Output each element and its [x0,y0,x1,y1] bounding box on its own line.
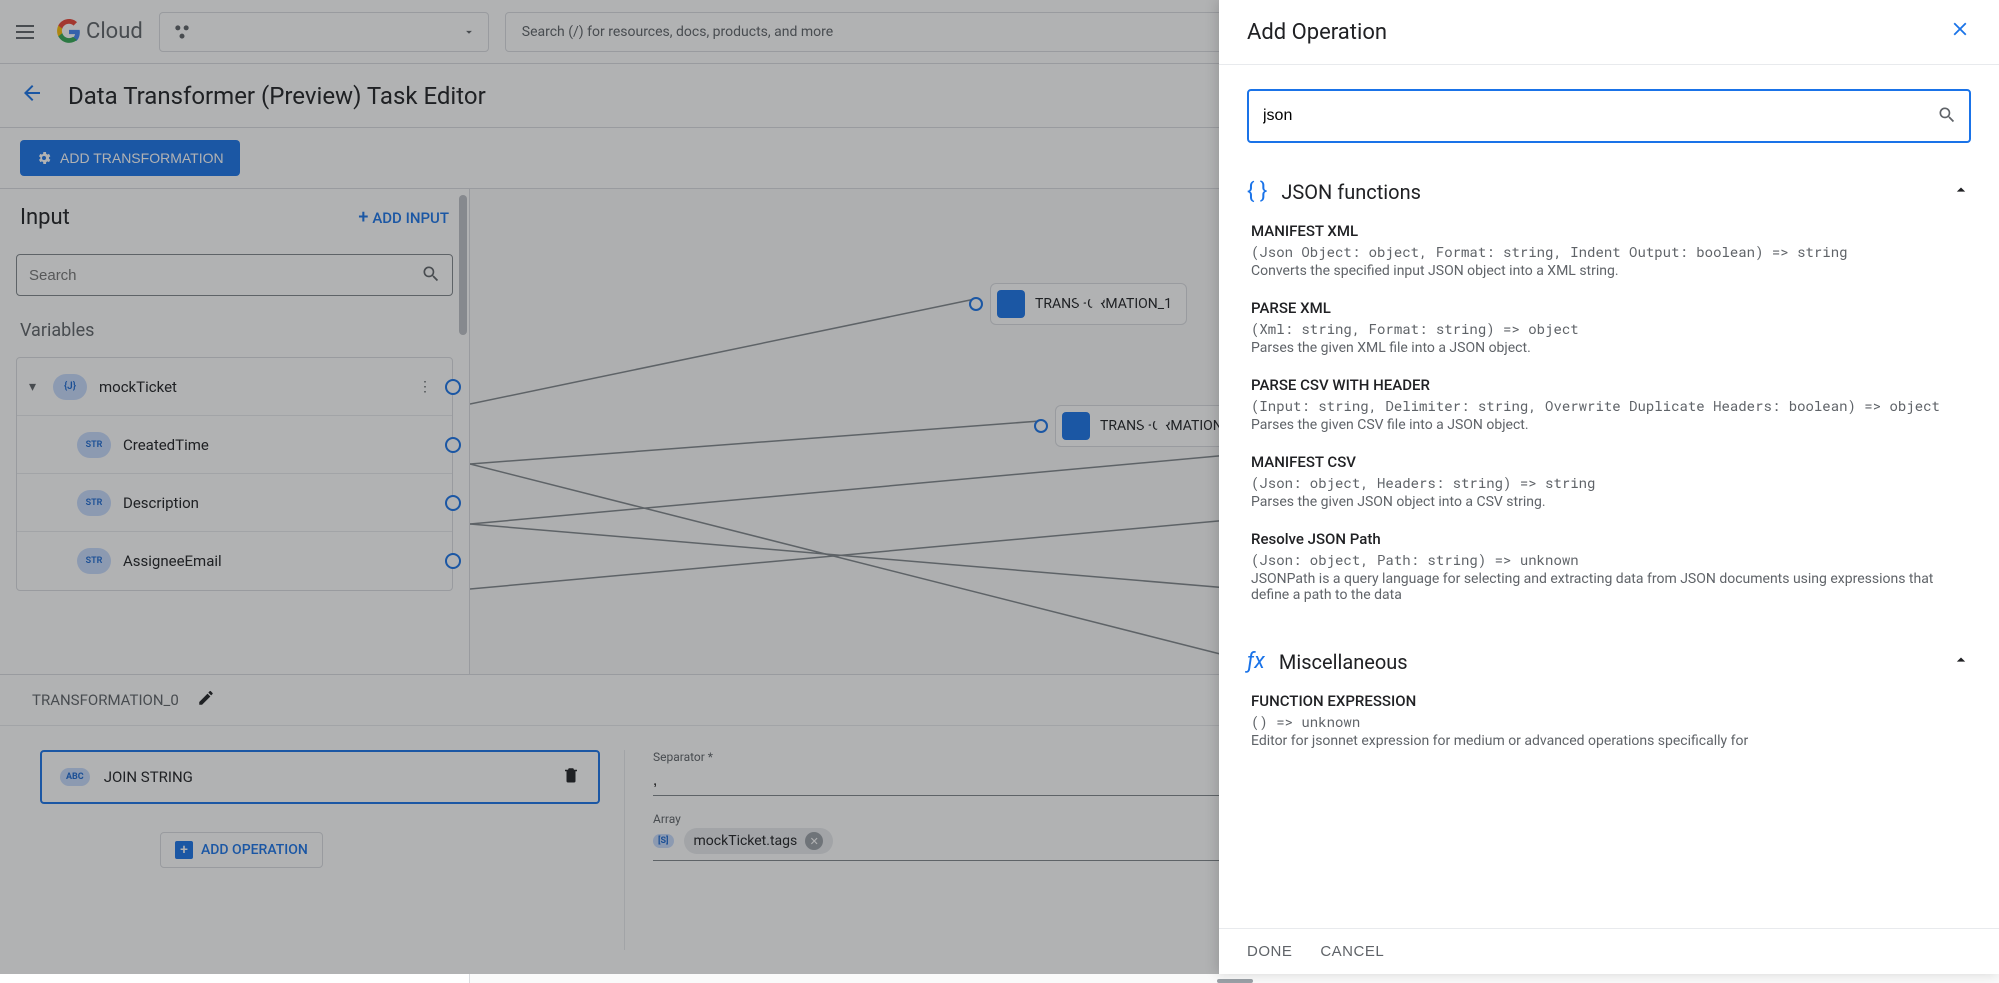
function-description: Converts the specified input JSON object… [1251,263,1971,279]
cancel-button[interactable]: CANCEL [1320,943,1384,960]
drawer-title: Add Operation [1247,20,1387,45]
function-description: Editor for jsonnet expression for medium… [1251,733,1971,749]
function-description: JSONPath is a query language for selecti… [1251,571,1971,603]
fx-icon: ƒx [1247,649,1265,674]
group-title: Miscellaneous [1279,650,1408,674]
drag-handle[interactable] [1217,979,1253,983]
function-signature: () => unknown [1251,712,1971,731]
drawer-header: Add Operation [1219,0,1999,65]
function-signature: (Xml: string, Format: string) => object [1251,319,1971,338]
group-title: JSON functions [1281,180,1421,204]
add-operation-drawer: Add Operation { } JSON functions MANIFES… [1219,0,1999,974]
braces-icon: { } [1247,179,1267,204]
function-name: MANIFEST CSV [1251,453,1971,471]
misc-functions-group: ƒx Miscellaneous FUNCTION EXPRESSION () =… [1247,641,1971,759]
function-description: Parses the given CSV file into a JSON ob… [1251,417,1971,433]
group-header[interactable]: ƒx Miscellaneous [1247,641,1971,682]
operation-search-input[interactable] [1247,89,1971,143]
function-item[interactable]: MANIFEST XML (Json Object: object, Format… [1247,212,1971,289]
function-name: FUNCTION EXPRESSION [1251,692,1971,710]
search-icon [1937,105,1957,129]
function-item[interactable]: Resolve JSON Path (Json: object, Path: st… [1247,520,1971,613]
function-description: Parses the given JSON object into a CSV … [1251,494,1971,510]
function-description: Parses the given XML file into a JSON ob… [1251,340,1971,356]
done-button[interactable]: DONE [1247,943,1292,960]
close-icon[interactable] [1949,18,1971,46]
drawer-search-wrap [1247,89,1971,143]
function-signature: (Input: string, Delimiter: string, Overw… [1251,396,1971,415]
function-item[interactable]: PARSE XML (Xml: string, Format: string) =… [1247,289,1971,366]
function-name: MANIFEST XML [1251,222,1971,240]
function-item[interactable]: PARSE CSV WITH HEADER (Input: string, Del… [1247,366,1971,443]
group-header[interactable]: { } JSON functions [1247,171,1971,212]
chevron-up-icon [1951,180,1971,204]
function-signature: (Json Object: object, Format: string, In… [1251,242,1971,261]
function-item[interactable]: FUNCTION EXPRESSION () => unknown Editor f… [1247,682,1971,759]
drawer-footer: DONE CANCEL [1219,928,1999,974]
drawer-body: { } JSON functions MANIFEST XML (Json Obj… [1219,65,1999,928]
chevron-up-icon [1951,650,1971,674]
function-signature: (Json: object, Headers: string) => strin… [1251,473,1971,492]
json-functions-group: { } JSON functions MANIFEST XML (Json Obj… [1247,171,1971,613]
function-name: PARSE CSV WITH HEADER [1251,376,1971,394]
function-item[interactable]: MANIFEST CSV (Json: object, Headers: stri… [1247,443,1971,520]
function-name: PARSE XML [1251,299,1971,317]
function-name: Resolve JSON Path [1251,530,1971,548]
function-signature: (Json: object, Path: string) => unknown [1251,550,1971,569]
